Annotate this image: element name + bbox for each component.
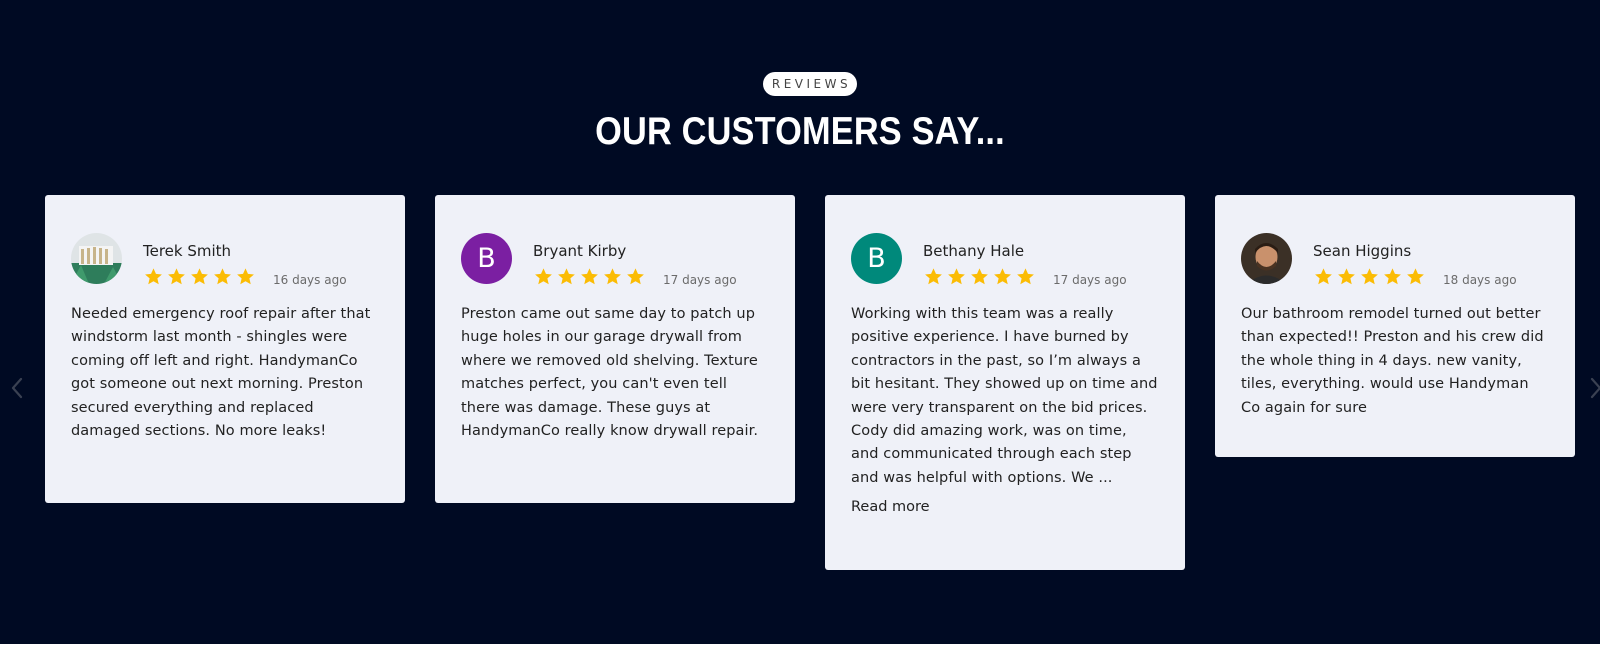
star-icon xyxy=(1017,268,1034,285)
review-text: Preston came out same day to patch up hu… xyxy=(461,306,759,440)
carousel-prev-button[interactable] xyxy=(7,375,27,401)
review-text: Working with this team was a really posi… xyxy=(851,306,1158,486)
avatar xyxy=(1241,233,1292,284)
section-title: OUR CUSTOMERS SAY... xyxy=(595,110,1005,153)
reviewer-name: Bryant Kirby xyxy=(533,242,627,260)
star-icon xyxy=(237,268,254,285)
avatar: B xyxy=(461,233,512,284)
reviewer-name: Terek Smith xyxy=(143,242,232,260)
page-bottom-divider xyxy=(0,644,1600,658)
star-icon xyxy=(1407,268,1424,285)
section-label: REVIEWS xyxy=(763,72,857,96)
star-rating xyxy=(144,267,255,287)
review-card: Terek Smith 16 days ago Needed emergency… xyxy=(45,195,405,503)
star-rating xyxy=(1314,267,1425,287)
star-icon xyxy=(604,268,621,285)
star-icon xyxy=(191,268,208,285)
carousel-next-button[interactable] xyxy=(1588,375,1600,401)
review-card: B Bryant Kirby 17 days ago Preston came … xyxy=(435,195,795,503)
star-icon xyxy=(168,268,185,285)
star-icon xyxy=(948,268,965,285)
review-card: Sean Higgins 18 days ago Our bathroom re… xyxy=(1215,195,1575,457)
avatar xyxy=(71,233,122,284)
read-more-link[interactable]: Read more xyxy=(851,499,1159,515)
chevron-left-icon xyxy=(11,377,23,399)
review-date: 17 days ago xyxy=(663,273,737,287)
review-date: 17 days ago xyxy=(1053,273,1127,287)
review-text: Needed emergency roof repair after that … xyxy=(71,306,371,440)
star-icon xyxy=(145,268,162,285)
star-icon xyxy=(1361,268,1378,285)
star-icon xyxy=(214,268,231,285)
star-icon xyxy=(925,268,942,285)
photo-avatar-image xyxy=(71,233,122,284)
chevron-right-icon xyxy=(1590,377,1600,399)
review-card: B Bethany Hale 17 days ago Working with … xyxy=(825,195,1185,570)
review-date: 16 days ago xyxy=(273,273,347,287)
avatar: B xyxy=(851,233,902,284)
star-icon xyxy=(558,268,575,285)
star-icon xyxy=(971,268,988,285)
star-icon xyxy=(994,268,1011,285)
star-rating xyxy=(534,267,645,287)
star-icon xyxy=(1315,268,1332,285)
star-icon xyxy=(581,268,598,285)
reviewer-name: Bethany Hale xyxy=(923,242,1025,260)
reviewer-name: Sean Higgins xyxy=(1313,242,1412,260)
review-text: Our bathroom remodel turned out better t… xyxy=(1241,306,1544,416)
review-date: 18 days ago xyxy=(1443,273,1517,287)
star-icon xyxy=(1338,268,1355,285)
photo-avatar-image xyxy=(1241,233,1292,284)
star-icon xyxy=(535,268,552,285)
star-icon xyxy=(1384,268,1401,285)
star-icon xyxy=(627,268,644,285)
star-rating xyxy=(924,267,1035,287)
